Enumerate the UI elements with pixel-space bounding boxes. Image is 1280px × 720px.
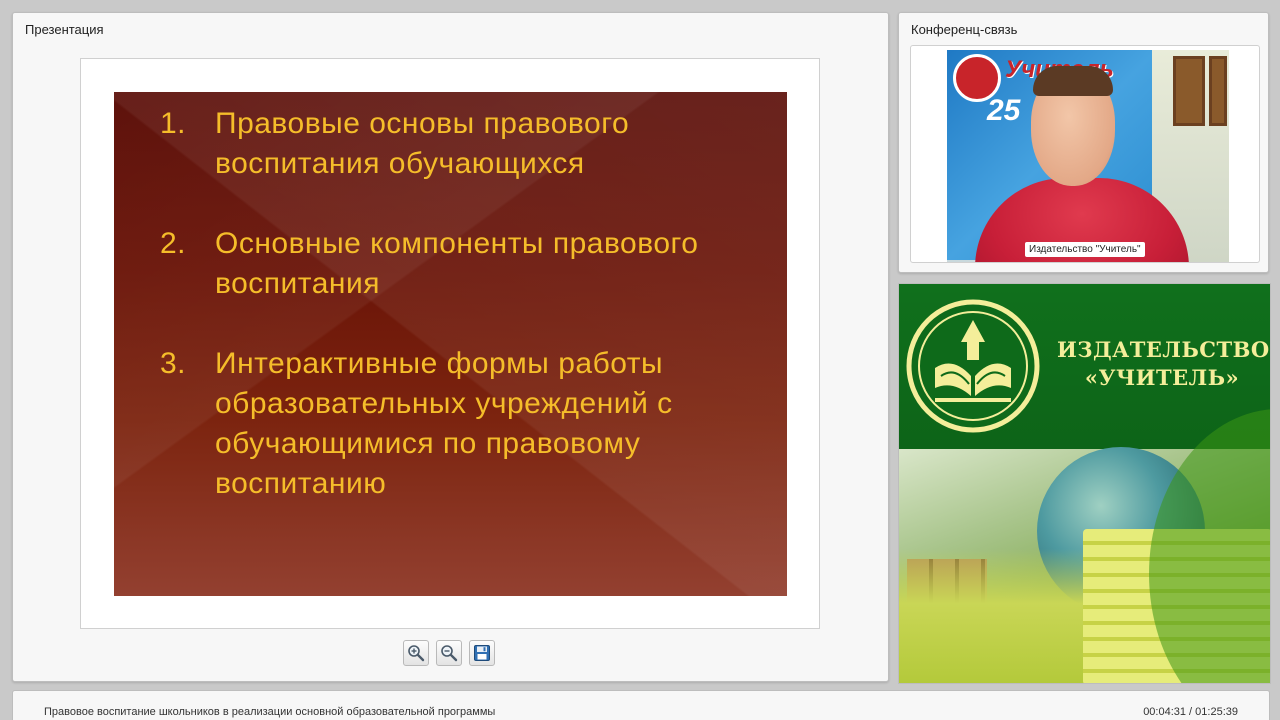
zoom-in-icon <box>408 645 425 662</box>
zoom-out-button[interactable] <box>436 640 462 666</box>
slide-list-item: 2. Основные компоненты правового воспита… <box>160 224 770 304</box>
publisher-banner: ИЗДАТЕЛЬСТВО «УЧИТЕЛЬ» <box>898 283 1271 684</box>
save-button[interactable] <box>469 640 495 666</box>
publisher-name: ИЗДАТЕЛЬСТВО «УЧИТЕЛЬ» <box>1057 336 1270 392</box>
wall-frame <box>1209 56 1227 126</box>
floppy-disk-icon <box>474 645 490 661</box>
publisher-name-line2: «УЧИТЕЛЬ» <box>1084 365 1240 390</box>
slide-item-number: 1. <box>160 107 187 140</box>
wall-frame <box>1173 56 1205 126</box>
presentation-toolbar <box>403 640 495 666</box>
slide-frame: 1. Правовые основы правового воспитания … <box>80 58 820 629</box>
presentation-panel-title: Презентация <box>25 22 104 37</box>
slide-list: 1. Правовые основы правового воспитания … <box>160 104 770 544</box>
publisher-logo-icon <box>906 299 1040 433</box>
slide-item-number: 3. <box>160 347 187 380</box>
video-container: Учитель 25 Издательство "Учитель" <box>910 45 1260 263</box>
publisher-banner-image <box>899 409 1270 683</box>
footer-bar: Правовое воспитание школьников в реализа… <box>12 690 1270 720</box>
backdrop-number: 25 <box>987 94 1021 127</box>
slide: 1. Правовые основы правового воспитания … <box>114 92 787 596</box>
slide-item-number: 2. <box>160 227 187 260</box>
webcam-video[interactable]: Учитель 25 Издательство "Учитель" <box>947 50 1229 262</box>
slide-item-text: Правовые основы правового воспитания обу… <box>215 107 630 180</box>
slide-item-text: Интерактивные формы работы образовательн… <box>215 347 673 500</box>
video-caption: Издательство "Учитель" <box>1025 242 1145 257</box>
conference-panel-title: Конференц-связь <box>911 22 1018 37</box>
zoom-out-icon <box>441 645 458 662</box>
zoom-in-button[interactable] <box>403 640 429 666</box>
webinar-title: Правовое воспитание школьников в реализа… <box>44 706 496 718</box>
slide-list-item: 1. Правовые основы правового воспитания … <box>160 104 770 184</box>
publisher-banner-top: ИЗДАТЕЛЬСТВО «УЧИТЕЛЬ» <box>899 284 1270 449</box>
playback-time: 00:04:31 / 01:25:39 <box>1143 706 1238 718</box>
conference-panel: Конференц-связь Учитель 25 Издательство … <box>898 12 1269 273</box>
publisher-name-line1: ИЗДАТЕЛЬСТВО <box>1057 337 1270 362</box>
presentation-panel: Презентация 1. Правовые основы правового… <box>12 12 889 682</box>
slide-item-text: Основные компоненты правового воспитания <box>215 227 699 300</box>
green-sweep-decoration <box>1149 409 1270 683</box>
slide-list-item: 3. Интерактивные формы работы образовате… <box>160 344 770 504</box>
speaker-hair <box>1033 66 1113 96</box>
